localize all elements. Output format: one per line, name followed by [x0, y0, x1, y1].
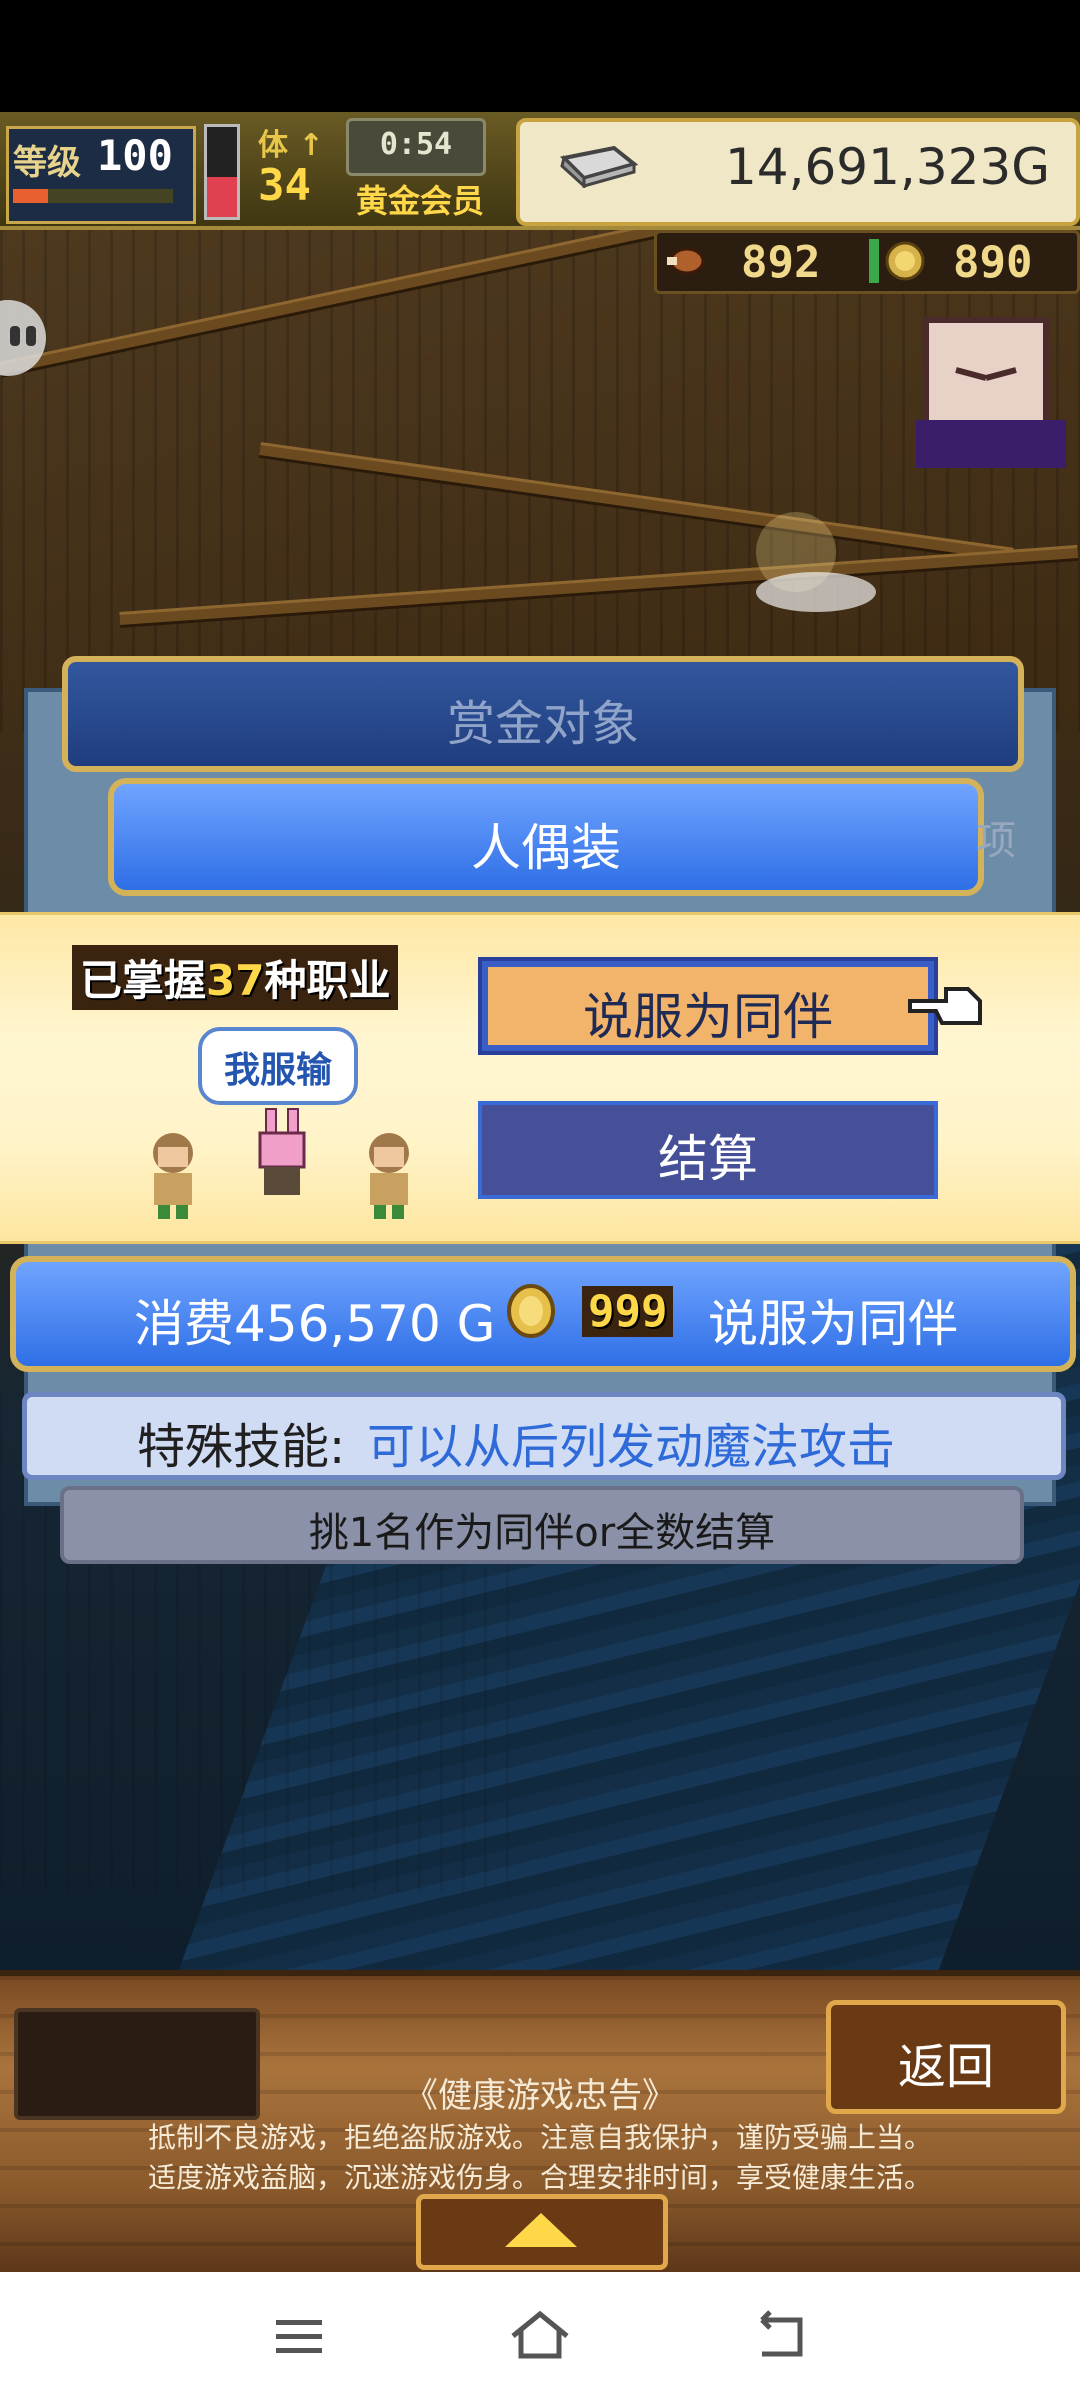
bunny-suit-sprite [258, 1108, 306, 1195]
timer-value: 0:54 [379, 127, 453, 162]
cost-action-label: 说服为同伴 [708, 1295, 958, 1353]
bottom-panel: 返回 《健康游戏忠告》 抵制不良游戏，拒绝盗版游戏。注意自我保护，谨防受骗上当。… [0, 1970, 1080, 2278]
meat-icon [667, 247, 705, 275]
hint-bar: 挑1名作为同伴or全数结算 [60, 1486, 1024, 1564]
level-box: 等级 100 [6, 126, 196, 224]
persuade-button-label: 说服为同伴 [583, 988, 833, 1046]
resource-bar: 892 890 [654, 230, 1080, 294]
settle-button-label: 结算 [658, 1130, 758, 1188]
home-icon[interactable] [505, 2306, 575, 2366]
resource2-value: 890 [953, 237, 1033, 288]
top-hud: 等级 100 体 ↑ 34 0:54 黄金会员 14,691,323G [0, 112, 1080, 230]
health-advisory-title: 《健康游戏忠告》 [404, 2076, 676, 2116]
silver-ingot-icon [559, 145, 638, 188]
member-label: 黄金会员 [356, 182, 485, 220]
resource-divider [869, 239, 879, 283]
hp-vial [204, 124, 240, 220]
speech-bubble: 我服输 [198, 1027, 358, 1105]
level-value: 100 [97, 131, 173, 180]
panel-peek-text: 项 [976, 818, 1016, 864]
pointing-hand-icon [908, 987, 982, 1025]
gold-coin-icon [507, 1284, 555, 1338]
action-band: 已掌握37种职业 我服输 说服为同伴 结算 [0, 912, 1080, 1244]
persuade-cost-button[interactable]: 消费456,570 G 999 说服为同伴 [10, 1256, 1076, 1372]
gold-panel: 14,691,323G [516, 118, 1080, 226]
boss-sprite [916, 317, 1066, 468]
expand-button[interactable] [416, 2194, 668, 2270]
target-name: 人偶装 [471, 819, 621, 877]
jobs-suffix: 种职业 [264, 956, 391, 1005]
settle-button[interactable]: 结算 [478, 1101, 938, 1199]
skill-description: 可以从后列发动魔法攻击 [367, 1419, 896, 1475]
timer-box: 0:54 [346, 118, 486, 176]
up-arrow-icon [505, 2213, 577, 2247]
skill-label: 特殊技能: [137, 1419, 346, 1475]
level-label: 等级 [13, 143, 81, 183]
speech-bubble-text: 我服输 [223, 1050, 332, 1091]
adventurer-sprite-right [369, 1133, 409, 1219]
dialog-title: 赏金对象 [446, 696, 639, 752]
medal-icon [885, 241, 925, 281]
health-advisory-line2: 适度游戏益脑，沉迷游戏伤身。合理安排时间，享受健康生活。 [147, 2161, 932, 2194]
dialog-title-bar: 赏金对象 [62, 656, 1024, 772]
exp-bar [13, 189, 173, 203]
back-icon[interactable] [746, 2306, 816, 2366]
gold-value: 14,691,323G [724, 138, 1050, 196]
health-advisory-line1: 抵制不良游戏，拒绝盗版游戏。注意自我保护，谨防受骗上当。 [147, 2121, 932, 2154]
jobs-count: 37 [206, 956, 265, 1005]
system-nav-bar [0, 2272, 1080, 2400]
special-skill-bar: 特殊技能: 可以从后列发动魔法攻击 [22, 1392, 1066, 1480]
exp-bar-fill [13, 189, 49, 203]
target-name-bar: 人偶装 [108, 778, 984, 896]
jobs-prefix: 已掌握 [80, 956, 207, 1005]
adventurer-sprite-left [153, 1133, 193, 1219]
floor-value: 34 [258, 160, 311, 211]
menu-icon[interactable] [264, 2306, 334, 2366]
persuade-button-face[interactable]: 说服为同伴 [488, 967, 928, 1046]
floor-label: 体 ↑ [258, 128, 324, 163]
persuade-button[interactable]: 说服为同伴 [478, 957, 938, 1055]
jobs-mastered-label: 已掌握37种职业 [72, 945, 399, 1010]
status-bar [0, 0, 1080, 112]
cost-text: 消费456,570 G [134, 1295, 496, 1353]
resource1-value: 892 [741, 237, 821, 288]
hint-text: 挑1名作为同伴or全数结算 [308, 1510, 776, 1556]
coin-count: 999 [582, 1286, 674, 1337]
hp-vial-fill [207, 176, 237, 217]
